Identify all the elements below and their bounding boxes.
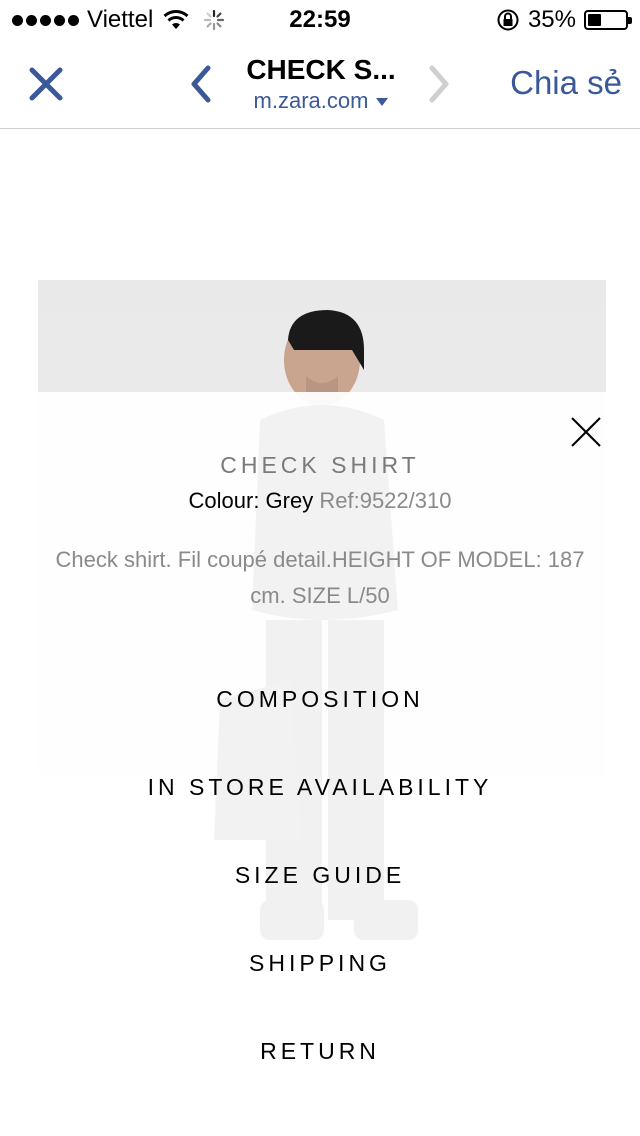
- menu-item-shipping[interactable]: SHIPPING: [0, 950, 640, 977]
- battery-percentage: 35%: [527, 6, 576, 33]
- back-chevron-icon[interactable]: [186, 62, 216, 106]
- browser-nav-bar: CHECK S... m.zara.com Chia sẻ: [0, 40, 640, 129]
- url-dropdown[interactable]: m.zara.com: [226, 88, 416, 114]
- status-right: 35%: [496, 6, 632, 34]
- colour-text: Colour: Grey: [188, 488, 314, 513]
- product-colour-line: Colour: Grey Ref:9522/310: [0, 488, 640, 514]
- close-icon[interactable]: [568, 414, 604, 450]
- menu-item-in-store-availability[interactable]: IN STORE AVAILABILITY: [0, 774, 640, 801]
- ref-text: Ref:9522/310: [319, 488, 452, 513]
- forward-chevron-icon[interactable]: [424, 62, 454, 106]
- battery-level: [588, 14, 601, 26]
- product-description: Check shirt. Fil coupé detail.HEIGHT OF …: [55, 547, 585, 608]
- menu-item-composition[interactable]: COMPOSITION: [0, 686, 640, 713]
- status-bar: Viettel 22:59 35%: [0, 0, 640, 40]
- share-button[interactable]: Chia sẻ: [510, 64, 622, 102]
- chevron-down-icon: [376, 98, 389, 107]
- page-title: CHECK S...: [246, 54, 396, 85]
- product-name: CHECK SHIRT: [220, 452, 420, 478]
- close-icon[interactable]: [22, 60, 70, 108]
- rotation-lock-icon: [497, 9, 519, 31]
- battery-icon: [584, 10, 632, 30]
- url-text: m.zara.com: [253, 88, 369, 113]
- menu-item-return[interactable]: RETURN: [0, 1038, 640, 1065]
- menu-item-size-guide[interactable]: SIZE GUIDE: [0, 862, 640, 889]
